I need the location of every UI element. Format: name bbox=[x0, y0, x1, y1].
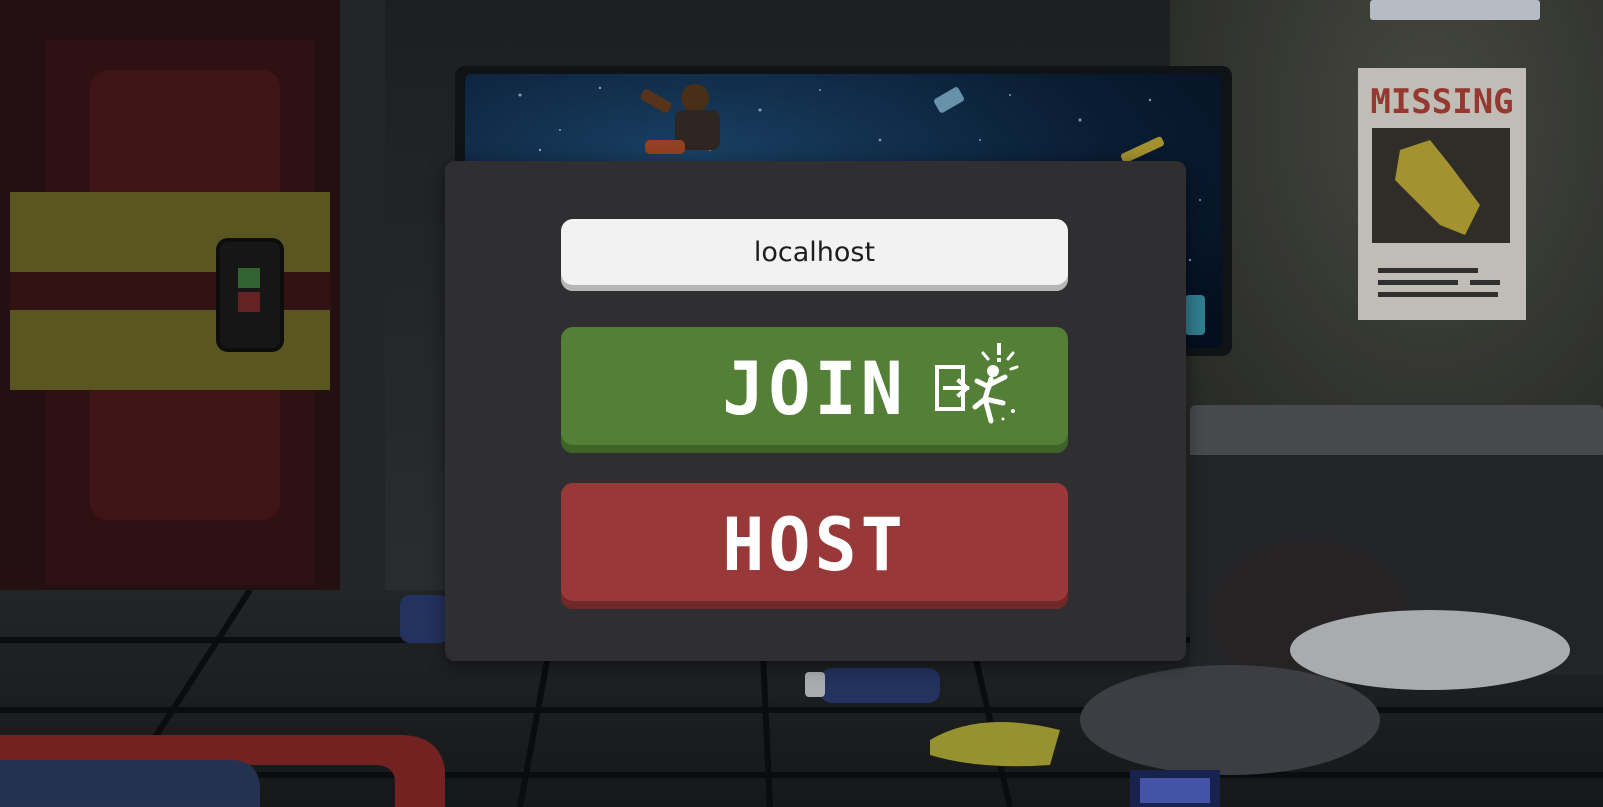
host-button-label: HOST bbox=[722, 501, 907, 589]
connect-menu-panel: JOIN HOST bbox=[445, 161, 1186, 661]
door-exit-icon bbox=[935, 343, 1019, 424]
server-address-input[interactable] bbox=[561, 219, 1068, 291]
join-button[interactable]: JOIN bbox=[561, 327, 1068, 453]
host-button[interactable]: HOST bbox=[561, 483, 1068, 609]
